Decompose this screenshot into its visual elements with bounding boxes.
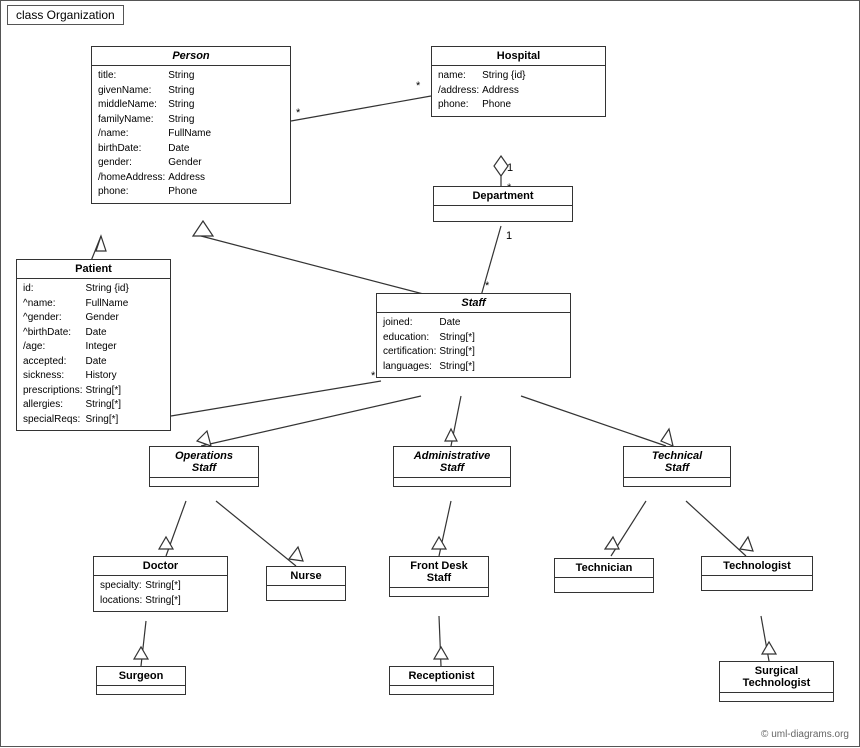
class-tech-staff-attrs: [624, 478, 730, 486]
class-admin-staff-name: Administrative Staff: [394, 447, 510, 478]
class-surgeon-attrs: [97, 686, 185, 694]
class-ops-staff-name: Operations Staff: [150, 447, 258, 478]
class-hospital: Hospital name:String {id} /address:Addre…: [431, 46, 606, 117]
class-front-desk-attrs: [390, 588, 488, 596]
class-doctor: Doctor specialty:String[*] locations:Str…: [93, 556, 228, 612]
class-person: Person title:String givenName:String mid…: [91, 46, 291, 204]
class-patient-name: Patient: [17, 260, 170, 279]
class-technologist: Technologist: [701, 556, 813, 591]
class-receptionist: Receptionist: [389, 666, 494, 695]
class-nurse: Nurse: [266, 566, 346, 601]
class-nurse-attrs: [267, 586, 345, 600]
svg-text:1: 1: [506, 230, 512, 242]
class-staff-attrs: joined:Date education:String[*] certific…: [377, 313, 570, 377]
class-surgeon-name: Surgeon: [97, 667, 185, 686]
class-doctor-name: Doctor: [94, 557, 227, 576]
class-technician-name: Technician: [555, 559, 653, 578]
class-admin-staff-attrs: [394, 478, 510, 486]
class-department-attrs: [434, 206, 572, 220]
class-technologist-attrs: [702, 576, 812, 590]
class-person-name: Person: [92, 47, 290, 66]
class-ops-staff: Operations Staff: [149, 446, 259, 487]
class-tech-staff: Technical Staff: [623, 446, 731, 487]
class-technician: Technician: [554, 558, 654, 593]
class-receptionist-attrs: [390, 686, 493, 694]
svg-text:*: *: [416, 80, 421, 92]
class-person-attrs: title:String givenName:String middleName…: [92, 66, 290, 203]
class-hospital-attrs: name:String {id} /address:Address phone:…: [432, 66, 605, 116]
class-doctor-attrs: specialty:String[*] locations:String[*]: [94, 576, 227, 611]
diagram-container: class Organization * * 1 * 1 * * *: [0, 0, 860, 747]
class-hospital-name: Hospital: [432, 47, 605, 66]
class-surgeon: Surgeon: [96, 666, 186, 695]
svg-text:*: *: [296, 107, 301, 119]
class-technician-attrs: [555, 578, 653, 592]
class-nurse-name: Nurse: [267, 567, 345, 586]
diagram-title: class Organization: [7, 5, 124, 25]
class-staff-name: Staff: [377, 294, 570, 313]
class-tech-staff-name: Technical Staff: [624, 447, 730, 478]
class-admin-staff: Administrative Staff: [393, 446, 511, 487]
class-surgical-tech-name: Surgical Technologist: [720, 662, 833, 693]
class-front-desk: Front Desk Staff: [389, 556, 489, 597]
class-patient-attrs: id:String {id} ^name:FullName ^gender:Ge…: [17, 279, 170, 430]
class-staff: Staff joined:Date education:String[*] ce…: [376, 293, 571, 378]
class-technologist-name: Technologist: [702, 557, 812, 576]
svg-text:*: *: [485, 280, 490, 292]
class-front-desk-name: Front Desk Staff: [390, 557, 488, 588]
class-ops-staff-attrs: [150, 478, 258, 486]
copyright-text: © uml-diagrams.org: [761, 729, 849, 740]
class-surgical-tech: Surgical Technologist: [719, 661, 834, 702]
class-department: Department: [433, 186, 573, 222]
class-receptionist-name: Receptionist: [390, 667, 493, 686]
svg-text:1: 1: [507, 162, 513, 174]
class-department-name: Department: [434, 187, 572, 206]
class-surgical-tech-attrs: [720, 693, 833, 701]
class-patient: Patient id:String {id} ^name:FullName ^g…: [16, 259, 171, 431]
